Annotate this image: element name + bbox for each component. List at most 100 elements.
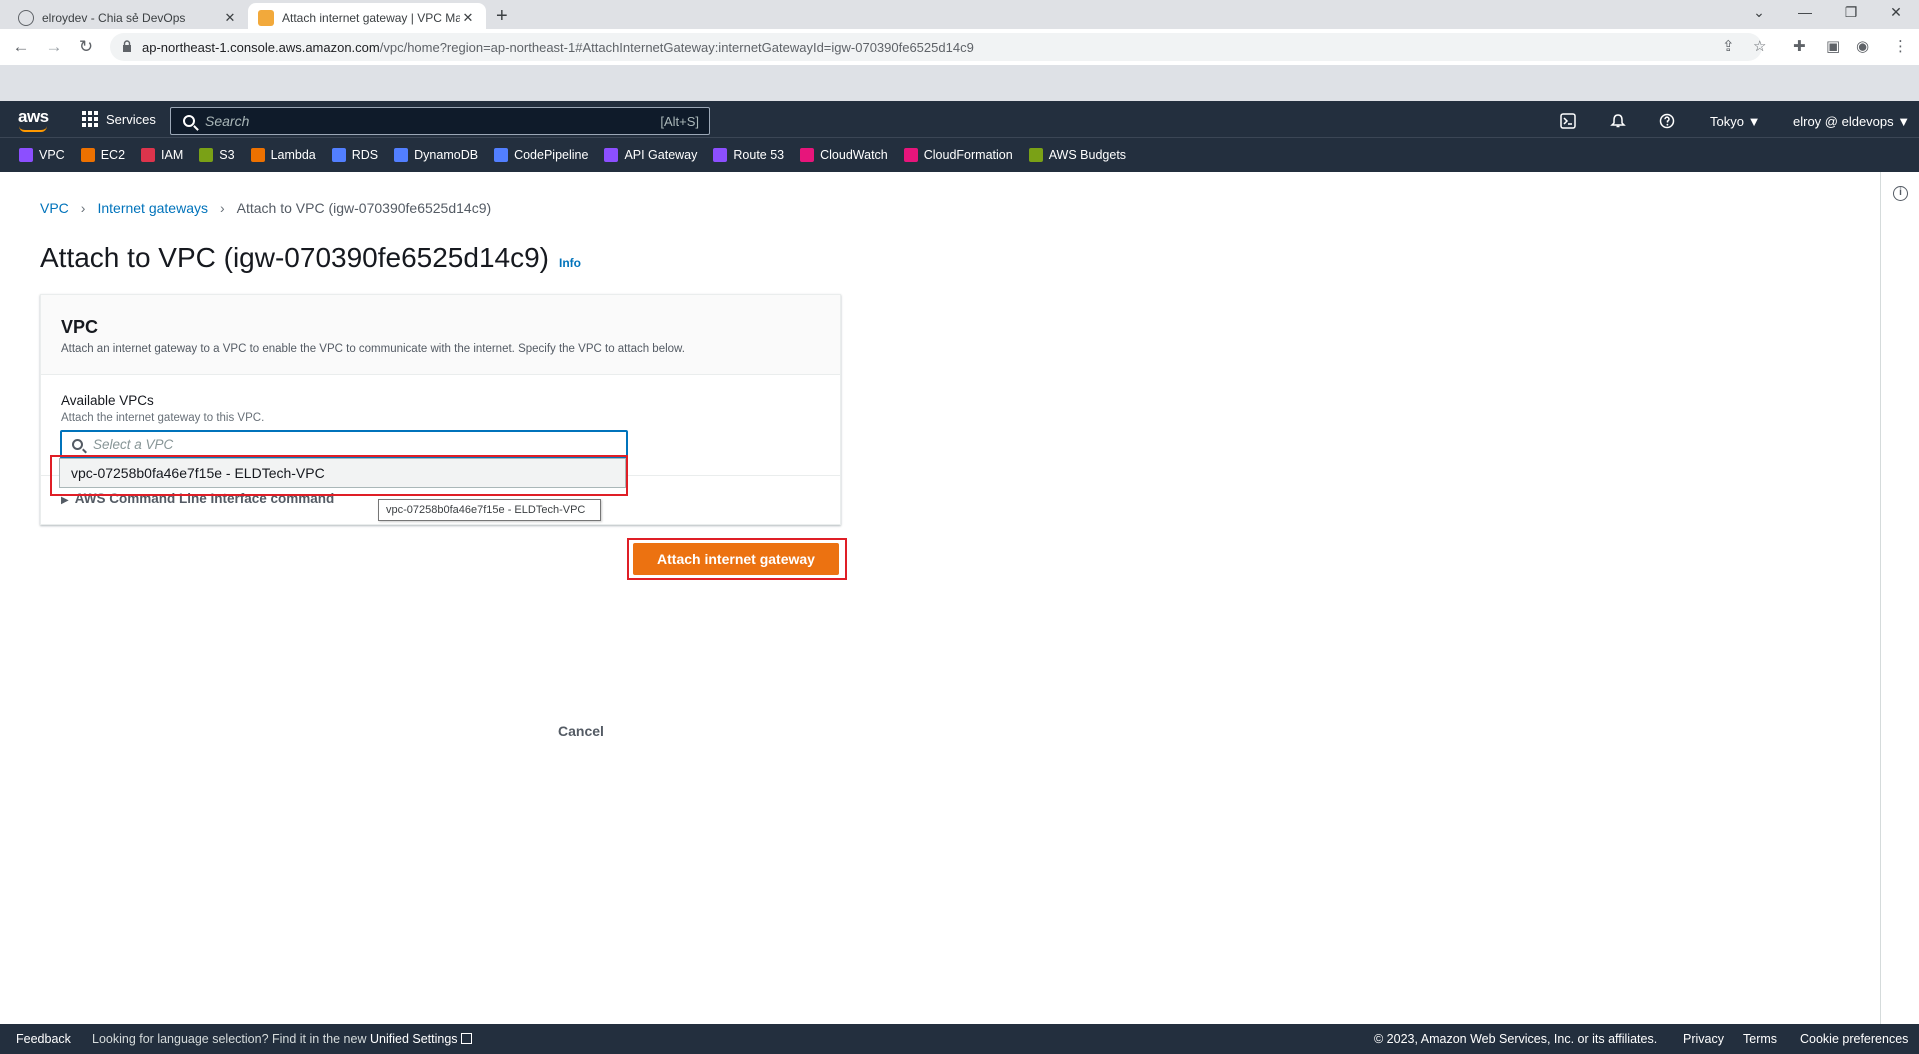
aws-favicon-icon	[258, 9, 274, 26]
panel-heading: VPC	[61, 317, 99, 337]
privacy-link[interactable]: Privacy	[1683, 1032, 1724, 1046]
favorite-codepipeline[interactable]: CodePipeline	[494, 148, 588, 162]
budgets-service-icon	[1028, 148, 1043, 162]
info-panel-icon[interactable]: i	[1893, 186, 1908, 201]
favorites-bar: VPC EC2 IAM S3 Lambda RDS DynamoDB CodeP…	[0, 137, 1919, 172]
window-close-icon[interactable]: ✕	[1873, 4, 1919, 21]
highlight-box-attach-button	[627, 538, 847, 580]
info-link[interactable]: Info	[559, 256, 581, 270]
tab-title: elroydev - Chia sẻ DevOps	[42, 10, 186, 25]
lock-icon	[123, 40, 131, 52]
profile-avatar[interactable]: ◉	[1856, 37, 1869, 55]
browser-tab-elroydev[interactable]: elroydev - Chia sẻ DevOps ✕	[8, 3, 248, 32]
option-tooltip: vpc-07258b0fa46e7f15e - ELDTech-VPC	[378, 499, 601, 521]
favorite-route53[interactable]: Route 53	[713, 148, 784, 162]
favorite-dynamodb[interactable]: DynamoDB	[394, 148, 478, 162]
breadcrumb-current: Attach to VPC (igw-070390fe6525d14c9)	[236, 200, 492, 216]
panel-description: Attach an internet gateway to a VPC to e…	[61, 343, 685, 355]
breadcrumb-internet-gateways-link[interactable]: Internet gateways	[97, 200, 208, 216]
chevron-right-icon: ›	[219, 200, 225, 216]
browser-tab-attach-igw[interactable]: Attach internet gateway | VPC Ma ✕	[248, 3, 486, 32]
route53-service-icon	[713, 148, 728, 162]
notifications-bell-icon[interactable]	[1610, 113, 1626, 129]
favorite-ec2[interactable]: EC2	[80, 148, 125, 162]
feedback-link[interactable]: Feedback	[16, 1032, 71, 1046]
dynamodb-service-icon	[394, 148, 409, 162]
breadcrumb: VPC › Internet gateways › Attach to VPC …	[40, 200, 491, 216]
external-link-icon	[460, 1033, 472, 1044]
back-icon[interactable]: ←	[9, 37, 33, 57]
close-tab-icon[interactable]: ✕	[222, 10, 238, 26]
side-panel-icon[interactable]: ▣	[1826, 37, 1840, 55]
search-input[interactable]: Search [Alt+S]	[170, 107, 710, 135]
bookmark-star-icon[interactable]: ☆	[1753, 37, 1766, 55]
right-utility-rail: i	[1880, 172, 1919, 1024]
favorite-lambda[interactable]: Lambda	[250, 148, 316, 162]
minimize-icon[interactable]: —	[1782, 4, 1828, 20]
tab-title: Attach internet gateway | VPC Ma	[282, 10, 460, 25]
restore-icon[interactable]: ❐	[1828, 4, 1874, 21]
favorite-iam[interactable]: IAM	[141, 148, 183, 162]
favorite-s3[interactable]: S3	[199, 148, 235, 162]
services-label: Services	[106, 111, 156, 127]
s3-service-icon	[199, 148, 214, 162]
reload-icon[interactable]: ↻	[74, 37, 98, 57]
iam-service-icon	[141, 148, 156, 162]
close-tab-icon[interactable]: ✕	[460, 10, 476, 26]
language-notice: Looking for language selection? Find it …	[92, 1032, 472, 1046]
copyright: © 2023, Amazon Web Services, Inc. or its…	[1374, 1032, 1658, 1046]
account-menu[interactable]: elroy @ eldevops ▼	[1793, 114, 1910, 129]
grid-icon	[82, 111, 98, 127]
available-vpcs-description: Attach the internet gateway to this VPC.	[61, 412, 265, 424]
favorite-cloudformation[interactable]: CloudFormation	[903, 148, 1013, 162]
help-icon[interactable]	[1659, 113, 1675, 129]
lambda-service-icon	[250, 148, 265, 162]
highlight-box-vpc-option	[50, 455, 628, 496]
cloudwatch-service-icon	[800, 148, 815, 162]
browser-bookmark-area	[0, 65, 1919, 101]
services-menu-button[interactable]: Services	[82, 111, 156, 127]
favorite-api-gateway[interactable]: API Gateway	[604, 148, 697, 162]
panel-header: VPC Attach an internet gateway to a VPC …	[41, 295, 840, 375]
browser-tab-strip: elroydev - Chia sẻ DevOps ✕ Attach inter…	[0, 0, 1919, 32]
ec2-service-icon	[80, 148, 95, 162]
address-bar[interactable]: ap-northeast-1.console.aws.amazon.com/vp…	[110, 33, 1762, 61]
breadcrumb-vpc-link[interactable]: VPC	[40, 200, 69, 216]
extensions-icon[interactable]: ✚	[1793, 37, 1806, 55]
vpc-service-icon	[19, 148, 33, 162]
chevron-right-icon: ›	[80, 200, 86, 216]
terms-link[interactable]: Terms	[1743, 1032, 1777, 1046]
codepipeline-service-icon	[494, 148, 509, 162]
api-gateway-service-icon	[604, 148, 619, 162]
site-favicon-icon	[18, 9, 34, 26]
rds-service-icon	[331, 148, 346, 162]
aws-top-navigation: aws Services Search [Alt+S] Tokyo ▼ elro…	[0, 101, 1919, 137]
available-vpcs-label: Available VPCs	[61, 393, 154, 408]
page-title: Attach to VPC (igw-070390fe6525d14c9)	[40, 242, 549, 273]
favorite-rds[interactable]: RDS	[331, 148, 378, 162]
share-icon[interactable]: ⇪	[1722, 37, 1735, 55]
aws-logo[interactable]: aws	[18, 107, 49, 132]
region-selector[interactable]: Tokyo ▼	[1710, 114, 1760, 129]
search-icon	[72, 439, 83, 450]
url-host: ap-northeast-1.console.aws.amazon.com	[142, 39, 380, 55]
cloudformation-service-icon	[903, 148, 918, 162]
cookie-preferences-link[interactable]: Cookie preferences	[1800, 1032, 1908, 1046]
browser-toolbar: ← → ↻ ap-northeast-1.console.aws.amazon.…	[0, 29, 1919, 65]
unified-settings-link[interactable]: Unified Settings	[370, 1032, 458, 1046]
search-icon	[183, 115, 195, 127]
page-title-row: Attach to VPC (igw-070390fe6525d14c9) In…	[40, 242, 581, 274]
cancel-button[interactable]: Cancel	[558, 723, 604, 739]
tab-search-icon[interactable]: ⌄	[1736, 4, 1782, 21]
vpc-select-placeholder: Select a VPC	[93, 437, 174, 452]
cloudshell-icon[interactable]	[1560, 113, 1576, 129]
search-placeholder: Search	[205, 113, 250, 129]
browser-menu-icon[interactable]: ⋮	[1893, 37, 1908, 55]
new-tab-icon[interactable]: +	[496, 5, 508, 28]
favorite-aws-budgets[interactable]: AWS Budgets	[1028, 148, 1126, 162]
search-shortcut: [Alt+S]	[660, 113, 699, 129]
forward-icon[interactable]: →	[42, 37, 66, 57]
favorite-vpc[interactable]: VPC	[19, 148, 65, 162]
favorite-cloudwatch[interactable]: CloudWatch	[800, 148, 888, 162]
main-content: VPC › Internet gateways › Attach to VPC …	[0, 172, 1880, 1024]
